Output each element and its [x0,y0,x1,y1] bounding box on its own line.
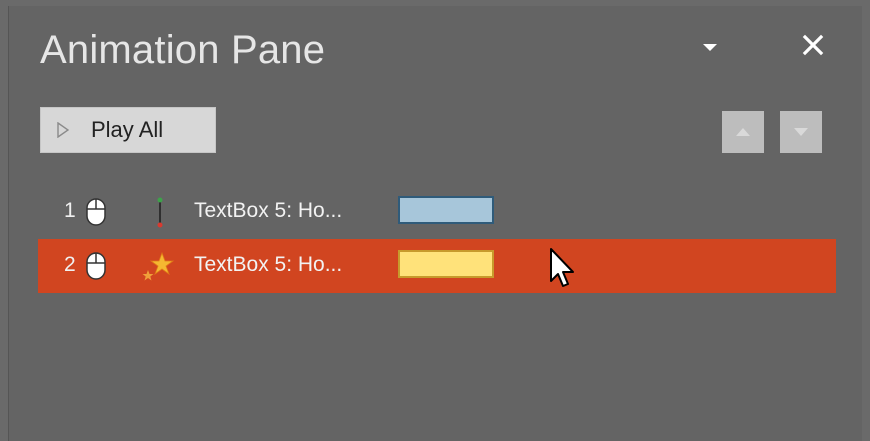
animation-name: TextBox 5: Ho... [194,199,343,222]
pane-options-button[interactable] [699,36,721,58]
play-all-label: Play All [91,117,164,142]
motion-path-icon [157,197,163,228]
play-outline-icon [57,122,69,138]
mouse-click-icon [86,252,106,280]
emphasis-star-icon [142,251,175,281]
mouse-pointer-icon [550,248,574,287]
pane-title: Animation Pane [40,28,326,72]
pane-close-button[interactable] [798,30,828,60]
pane-frame-edge [862,0,870,441]
move-later-button[interactable] [780,111,822,153]
animation-index: 1 [64,199,76,222]
play-all-button[interactable]: Play All [40,107,216,153]
caret-down-icon [703,44,717,51]
mouse-click-icon [86,198,106,226]
timing-bar[interactable] [398,250,494,278]
animation-name: TextBox 5: Ho... [194,253,343,276]
animation-index: 2 [64,253,76,276]
close-icon [802,34,824,56]
animation-item-selected[interactable]: 2 TextBox 5: Ho... [38,239,836,293]
timing-bar[interactable] [398,196,494,224]
animation-item[interactable]: 1 TextBox 5: Ho... [38,185,836,239]
move-earlier-button[interactable] [722,111,764,153]
arrow-down-icon [794,128,808,136]
arrow-up-icon [736,128,750,136]
